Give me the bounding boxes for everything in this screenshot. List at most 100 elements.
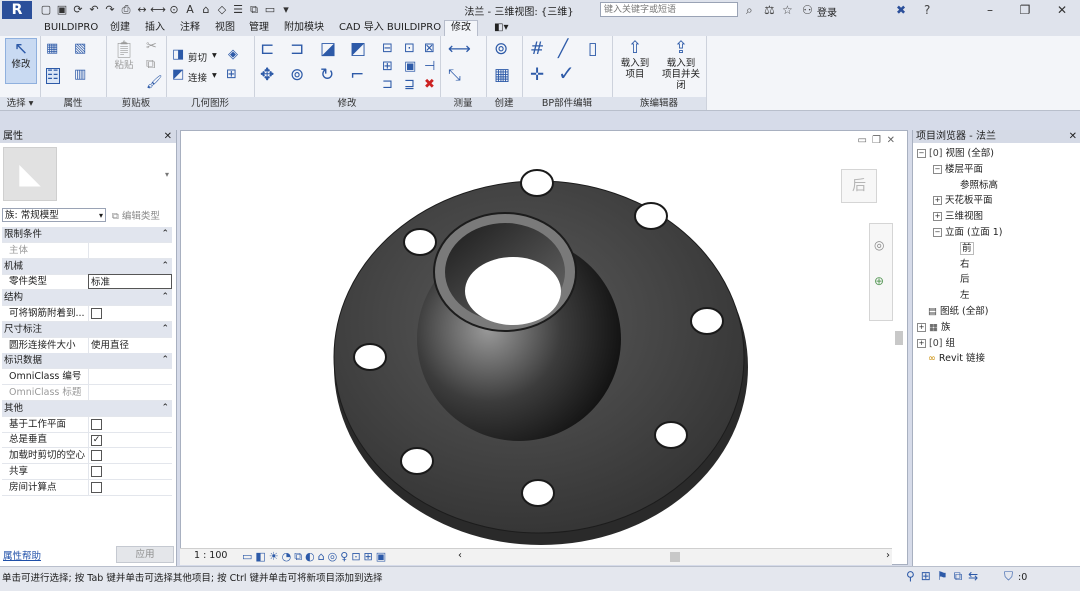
project-browser-close-icon[interactable]: ✕ <box>1069 130 1077 143</box>
section-collapse-icon[interactable]: ⌃ <box>161 290 169 305</box>
sync-icon[interactable]: ⟳ <box>70 3 86 16</box>
browser-node[interactable]: 前 <box>949 241 974 256</box>
property-section[interactable]: 结构 ⌃ <box>2 290 172 307</box>
view-controls-icons[interactable]: ▭◧☀◔⧉◐⌂◎♀⊡⊞▣ <box>242 550 389 564</box>
properties-close-icon[interactable]: ✕ <box>164 130 172 143</box>
property-value[interactable] <box>88 464 172 479</box>
cut-dropdown-icon[interactable]: ▾ <box>212 50 217 61</box>
section-collapse-icon[interactable]: ⌃ <box>161 401 169 416</box>
mirror-axis-icon[interactable]: ◪ <box>320 41 336 58</box>
browser-node[interactable]: − 楼层平面 <box>933 163 983 177</box>
move-icon[interactable]: ✥ <box>260 67 274 84</box>
property-section[interactable]: 其他 ⌃ <box>2 400 172 417</box>
trim-icon[interactable]: ⊐ <box>382 78 393 92</box>
browser-node[interactable]: + 天花板平面 <box>933 194 993 208</box>
property-section[interactable]: 限制条件 ⌃ <box>2 227 172 243</box>
collapse-icon[interactable]: − <box>933 228 942 237</box>
expand-icon[interactable]: + <box>933 212 942 222</box>
property-value[interactable] <box>88 369 172 385</box>
tab-buildipro[interactable]: BUILDIPRO <box>44 21 98 35</box>
measure-distance-icon[interactable]: ⟷ <box>448 41 471 57</box>
browser-node[interactable]: + ▦ 族 <box>917 321 951 335</box>
properties-help-link[interactable]: 属性帮助 <box>3 548 41 562</box>
apply-button[interactable]: 应用 <box>116 546 174 563</box>
property-section[interactable]: 尺寸标注 ⌃ <box>2 321 172 338</box>
tab-add-ins[interactable]: 附加模块 <box>284 21 324 35</box>
minimize-button[interactable]: – <box>974 0 1006 20</box>
join-dropdown-icon[interactable]: ▾ <box>212 70 217 81</box>
property-section[interactable]: 标识数据 ⌃ <box>2 353 172 370</box>
filter-icon[interactable]: ⛉ <box>1004 569 1013 584</box>
section-collapse-icon[interactable]: ⌃ <box>161 259 169 274</box>
default-3d-view-icon[interactable]: ⌂ <box>198 3 214 16</box>
expand-icon[interactable]: + <box>917 322 926 332</box>
split-icon[interactable]: ⊟ <box>382 42 393 56</box>
zoom-region-icon[interactable]: ⊕ <box>874 274 884 288</box>
property-checkbox[interactable]: ✓ <box>91 435 102 447</box>
copy-element-icon[interactable]: ⊚ <box>290 67 304 84</box>
create-group-icon[interactable]: ⊚ <box>494 41 508 58</box>
view-cube[interactable]: 后 <box>841 169 877 203</box>
cut-geometry-label[interactable]: 剪切 <box>188 50 207 64</box>
pin-icon[interactable]: ⊠ <box>424 42 435 56</box>
close-button[interactable]: ✕ <box>1046 0 1078 20</box>
edit-type-button[interactable]: ⧉ 编辑类型 <box>112 208 160 222</box>
switch-windows-icon[interactable]: ▭ <box>262 3 278 16</box>
copy-icon[interactable]: ⧉ <box>146 58 155 72</box>
property-value[interactable]: ✓ <box>88 432 172 448</box>
offset-icon[interactable]: ⊐ <box>290 41 304 58</box>
property-value[interactable]: 标准 <box>88 274 172 290</box>
create-similar-icon[interactable]: ▦ <box>494 67 510 84</box>
tab-annotate[interactable]: 注释 <box>180 21 200 35</box>
favorites-star-icon[interactable]: ☆ <box>782 3 793 17</box>
redo-icon[interactable]: ↷ <box>102 3 118 16</box>
exchange-apps-icon[interactable]: ✖ <box>896 3 906 17</box>
browser-node[interactable]: ∞ Revit 链接 <box>917 352 985 366</box>
section-collapse-icon[interactable]: ⌃ <box>161 227 169 242</box>
family-selector[interactable]: 族: 常规模型 ▾ <box>2 208 106 222</box>
split-gap-icon[interactable]: ⊡ <box>404 42 415 56</box>
browser-node[interactable]: + [0] 组 <box>917 337 955 351</box>
collapse-icon[interactable]: − <box>917 149 926 158</box>
load-into-project-button[interactable]: ⇧ 载入到 项目 <box>616 38 654 80</box>
tab-manage[interactable]: 管理 <box>249 21 269 35</box>
property-checkbox[interactable] <box>91 466 102 477</box>
collapse-icon[interactable]: − <box>933 164 942 174</box>
family-types-icon[interactable]: ☷ <box>46 68 60 84</box>
type-selector-dropdown-icon[interactable]: ▾ <box>165 170 169 179</box>
tab-cad-import[interactable]: CAD 导入 BUILDIPRO <box>339 21 441 35</box>
check-circle-icon[interactable]: ✓ <box>558 63 575 83</box>
qat-customize-icon[interactable]: ▾ <box>278 3 294 16</box>
paste-button[interactable]: 📋︎ 粘贴 <box>112 40 136 71</box>
browser-node[interactable]: 左 <box>949 289 970 303</box>
property-value[interactable] <box>88 385 172 400</box>
text-tool-icon[interactable]: A <box>182 3 198 16</box>
flange-model[interactable] <box>181 131 907 549</box>
section-collapse-icon[interactable]: ⌃ <box>161 322 169 337</box>
view-scale[interactable]: 1 : 100 <box>194 550 227 561</box>
section-icon[interactable]: ◇ <box>214 3 230 16</box>
browser-node[interactable]: 后 <box>949 273 970 287</box>
tag-icon[interactable]: ⊙ <box>166 3 182 16</box>
steering-wheel-icon[interactable]: ◎ <box>874 238 884 252</box>
property-checkbox[interactable] <box>91 481 102 493</box>
split-face-icon[interactable]: ⊞ <box>226 68 237 82</box>
property-value[interactable] <box>88 306 172 321</box>
rotate-icon[interactable]: ↻ <box>320 67 334 84</box>
join-geometry-icon[interactable]: ◩ <box>172 68 184 82</box>
tab-create[interactable]: 创建 <box>110 21 130 35</box>
vertical-scrollbar-thumb[interactable] <box>895 331 903 345</box>
property-section[interactable]: 机械 ⌃ <box>2 258 172 275</box>
line-icon[interactable]: ╱ <box>558 41 568 58</box>
measure-icon[interactable]: ↔ <box>134 3 150 16</box>
open-icon[interactable]: ▢ <box>38 3 54 16</box>
browser-node[interactable]: − [0] 视图 (全部) <box>917 147 994 161</box>
browser-node[interactable]: + 三维视图 <box>933 210 983 224</box>
login-link[interactable]: 登录 <box>817 4 837 19</box>
cut-icon[interactable]: ✂ <box>146 40 157 54</box>
tab-modify[interactable]: 修改 <box>444 20 478 37</box>
extend-icon[interactable]: ⊒ <box>404 78 415 92</box>
search-input[interactable]: 键入关键字或短语 <box>600 2 738 17</box>
type-properties-icon[interactable]: ▧ <box>74 42 86 56</box>
app-menu-button[interactable]: R <box>2 1 32 19</box>
